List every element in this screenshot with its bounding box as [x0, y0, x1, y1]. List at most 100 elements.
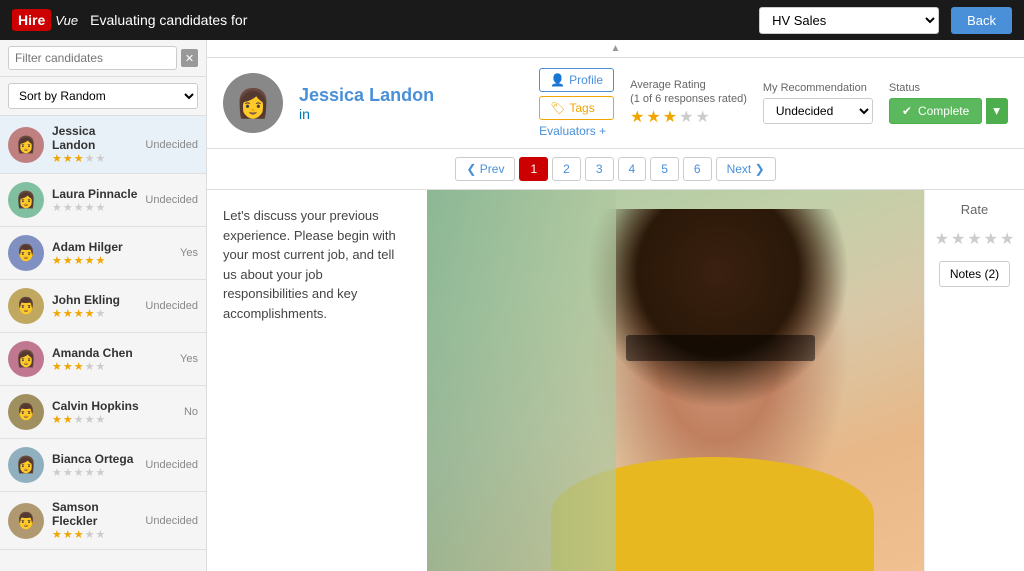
star-filled: ★: [63, 307, 73, 320]
rate-star[interactable]: ★: [935, 229, 949, 249]
rec-select[interactable]: Undecided Yes No: [763, 98, 873, 124]
star-empty: ★: [85, 201, 95, 214]
status-caret-button[interactable]: ▾: [986, 98, 1008, 124]
logo: Hire Vue: [12, 9, 78, 31]
evaluators-link[interactable]: Evaluators +: [539, 124, 614, 138]
avg-rating-sub: (1 of 6 responses rated): [630, 93, 747, 105]
candidate-list-item[interactable]: 👩Laura Pinnacle★★★★★Undecided: [0, 174, 206, 227]
candidate-rating: ★★★★★: [52, 152, 137, 165]
candidate-name: Jessica Landon: [299, 85, 523, 106]
candidate-name: John Ekling: [52, 293, 137, 307]
avg-rating-stars: ★★★★★: [630, 107, 710, 127]
star-empty: ★: [52, 466, 62, 479]
page-6-button[interactable]: 6: [683, 157, 712, 181]
star-empty: ★: [695, 107, 709, 127]
star-filled: ★: [74, 254, 84, 267]
rate-star[interactable]: ★: [951, 229, 965, 249]
star-empty: ★: [96, 307, 106, 320]
search-input[interactable]: [8, 46, 177, 70]
star-filled: ★: [63, 254, 73, 267]
star-empty: ★: [85, 360, 95, 373]
star-empty: ★: [96, 201, 106, 214]
rate-star[interactable]: ★: [1000, 229, 1014, 249]
status-button[interactable]: ✔ Complete: [889, 98, 982, 124]
star-empty: ★: [74, 413, 84, 426]
star-empty: ★: [96, 152, 106, 165]
star-filled: ★: [74, 528, 84, 541]
content-area: ▲ 👩 Jessica Landon in 👤 Profile 🏷 Tags E…: [207, 40, 1024, 571]
candidate-info: Samson Fleckler★★★★★: [52, 500, 137, 541]
candidate-name: Calvin Hopkins: [52, 399, 176, 413]
prev-button[interactable]: ❮ Prev: [455, 157, 515, 181]
page-title: Evaluating candidates for: [90, 12, 747, 28]
candidate-header: 👩 Jessica Landon in 👤 Profile 🏷 Tags Eva…: [207, 58, 1024, 149]
notes-button[interactable]: Notes (2): [939, 261, 1010, 287]
candidate-list-item[interactable]: 👩Bianca Ortega★★★★★Undecided: [0, 439, 206, 492]
candidate-info: Adam Hilger★★★★★: [52, 240, 172, 267]
candidate-name: Bianca Ortega: [52, 452, 137, 466]
avatar: 👩: [8, 341, 44, 377]
star-filled: ★: [52, 413, 62, 426]
logo-hire: Hire: [12, 9, 51, 31]
star-filled: ★: [52, 528, 62, 541]
star-filled: ★: [52, 152, 62, 165]
linkedin-icon[interactable]: in: [299, 106, 523, 122]
rec-label: My Recommendation: [763, 82, 873, 94]
sidebar: ✕ Sort by Random Sort by Name Sort by Ra…: [0, 40, 207, 571]
rate-star[interactable]: ★: [967, 229, 981, 249]
video-player[interactable]: [427, 190, 924, 571]
page-2-button[interactable]: 2: [552, 157, 581, 181]
candidate-header-info: Jessica Landon in: [299, 85, 523, 122]
sort-select[interactable]: Sort by Random Sort by Name Sort by Rati…: [8, 83, 198, 109]
clear-filter-button[interactable]: ✕: [181, 49, 198, 67]
star-empty: ★: [85, 466, 95, 479]
candidate-list-item[interactable]: 👨John Ekling★★★★★Undecided: [0, 280, 206, 333]
video-area: Let's discuss your previous experience. …: [207, 190, 1024, 571]
profile-button[interactable]: 👤 Profile: [539, 68, 614, 92]
next-button[interactable]: Next ❯: [716, 157, 776, 181]
star-filled: ★: [63, 360, 73, 373]
question-panel: Let's discuss your previous experience. …: [207, 190, 427, 571]
candidate-list-item[interactable]: 👨Samson Fleckler★★★★★Undecided: [0, 492, 206, 550]
main-layout: ✕ Sort by Random Sort by Name Sort by Ra…: [0, 40, 1024, 571]
page-1-button[interactable]: 1: [519, 157, 548, 181]
candidate-info: Calvin Hopkins★★★★★: [52, 399, 176, 426]
candidate-status: Undecided: [145, 300, 198, 312]
star-empty: ★: [52, 201, 62, 214]
avatar: 👩: [8, 127, 44, 163]
logo-vue: Vue: [55, 13, 78, 28]
page-5-button[interactable]: 5: [650, 157, 679, 181]
candidate-rating: ★★★★★: [52, 307, 137, 320]
star-filled: ★: [52, 254, 62, 267]
page-3-button[interactable]: 3: [585, 157, 614, 181]
candidate-list-item[interactable]: 👨Adam Hilger★★★★★Yes: [0, 227, 206, 280]
candidate-name: Adam Hilger: [52, 240, 172, 254]
question-text: Let's discuss your previous experience. …: [223, 206, 411, 323]
star-empty: ★: [96, 413, 106, 426]
candidate-info: Jessica Landon★★★★★: [52, 124, 137, 165]
star-filled: ★: [85, 307, 95, 320]
rate-stars[interactable]: ★★★★★: [935, 229, 1015, 249]
collapse-bar[interactable]: ▲: [207, 40, 1024, 58]
back-button[interactable]: Back: [951, 7, 1012, 34]
candidate-info: Amanda Chen★★★★★: [52, 346, 172, 373]
sort-row: Sort by Random Sort by Name Sort by Rati…: [0, 77, 206, 116]
job-select[interactable]: HV Sales: [759, 7, 939, 34]
status-section: Status ✔ Complete ▾: [889, 82, 1008, 124]
tags-button[interactable]: 🏷 Tags: [539, 96, 614, 120]
avatar: 👩: [8, 182, 44, 218]
rate-star[interactable]: ★: [984, 229, 998, 249]
star-filled: ★: [63, 528, 73, 541]
candidate-list-item[interactable]: 👩Jessica Landon★★★★★Undecided: [0, 116, 206, 174]
side-panel: Rate ★★★★★ Notes (2): [924, 190, 1024, 571]
candidate-list-item[interactable]: 👨Calvin Hopkins★★★★★No: [0, 386, 206, 439]
candidate-name: Amanda Chen: [52, 346, 172, 360]
candidate-rating: ★★★★★: [52, 528, 137, 541]
star-empty: ★: [74, 466, 84, 479]
candidate-list-item[interactable]: 👩Amanda Chen★★★★★Yes: [0, 333, 206, 386]
candidate-rating: ★★★★★: [52, 360, 172, 373]
page-4-button[interactable]: 4: [618, 157, 647, 181]
star-empty: ★: [96, 360, 106, 373]
rating-section: Average Rating (1 of 6 responses rated) …: [630, 79, 747, 127]
rate-label: Rate: [961, 202, 988, 217]
